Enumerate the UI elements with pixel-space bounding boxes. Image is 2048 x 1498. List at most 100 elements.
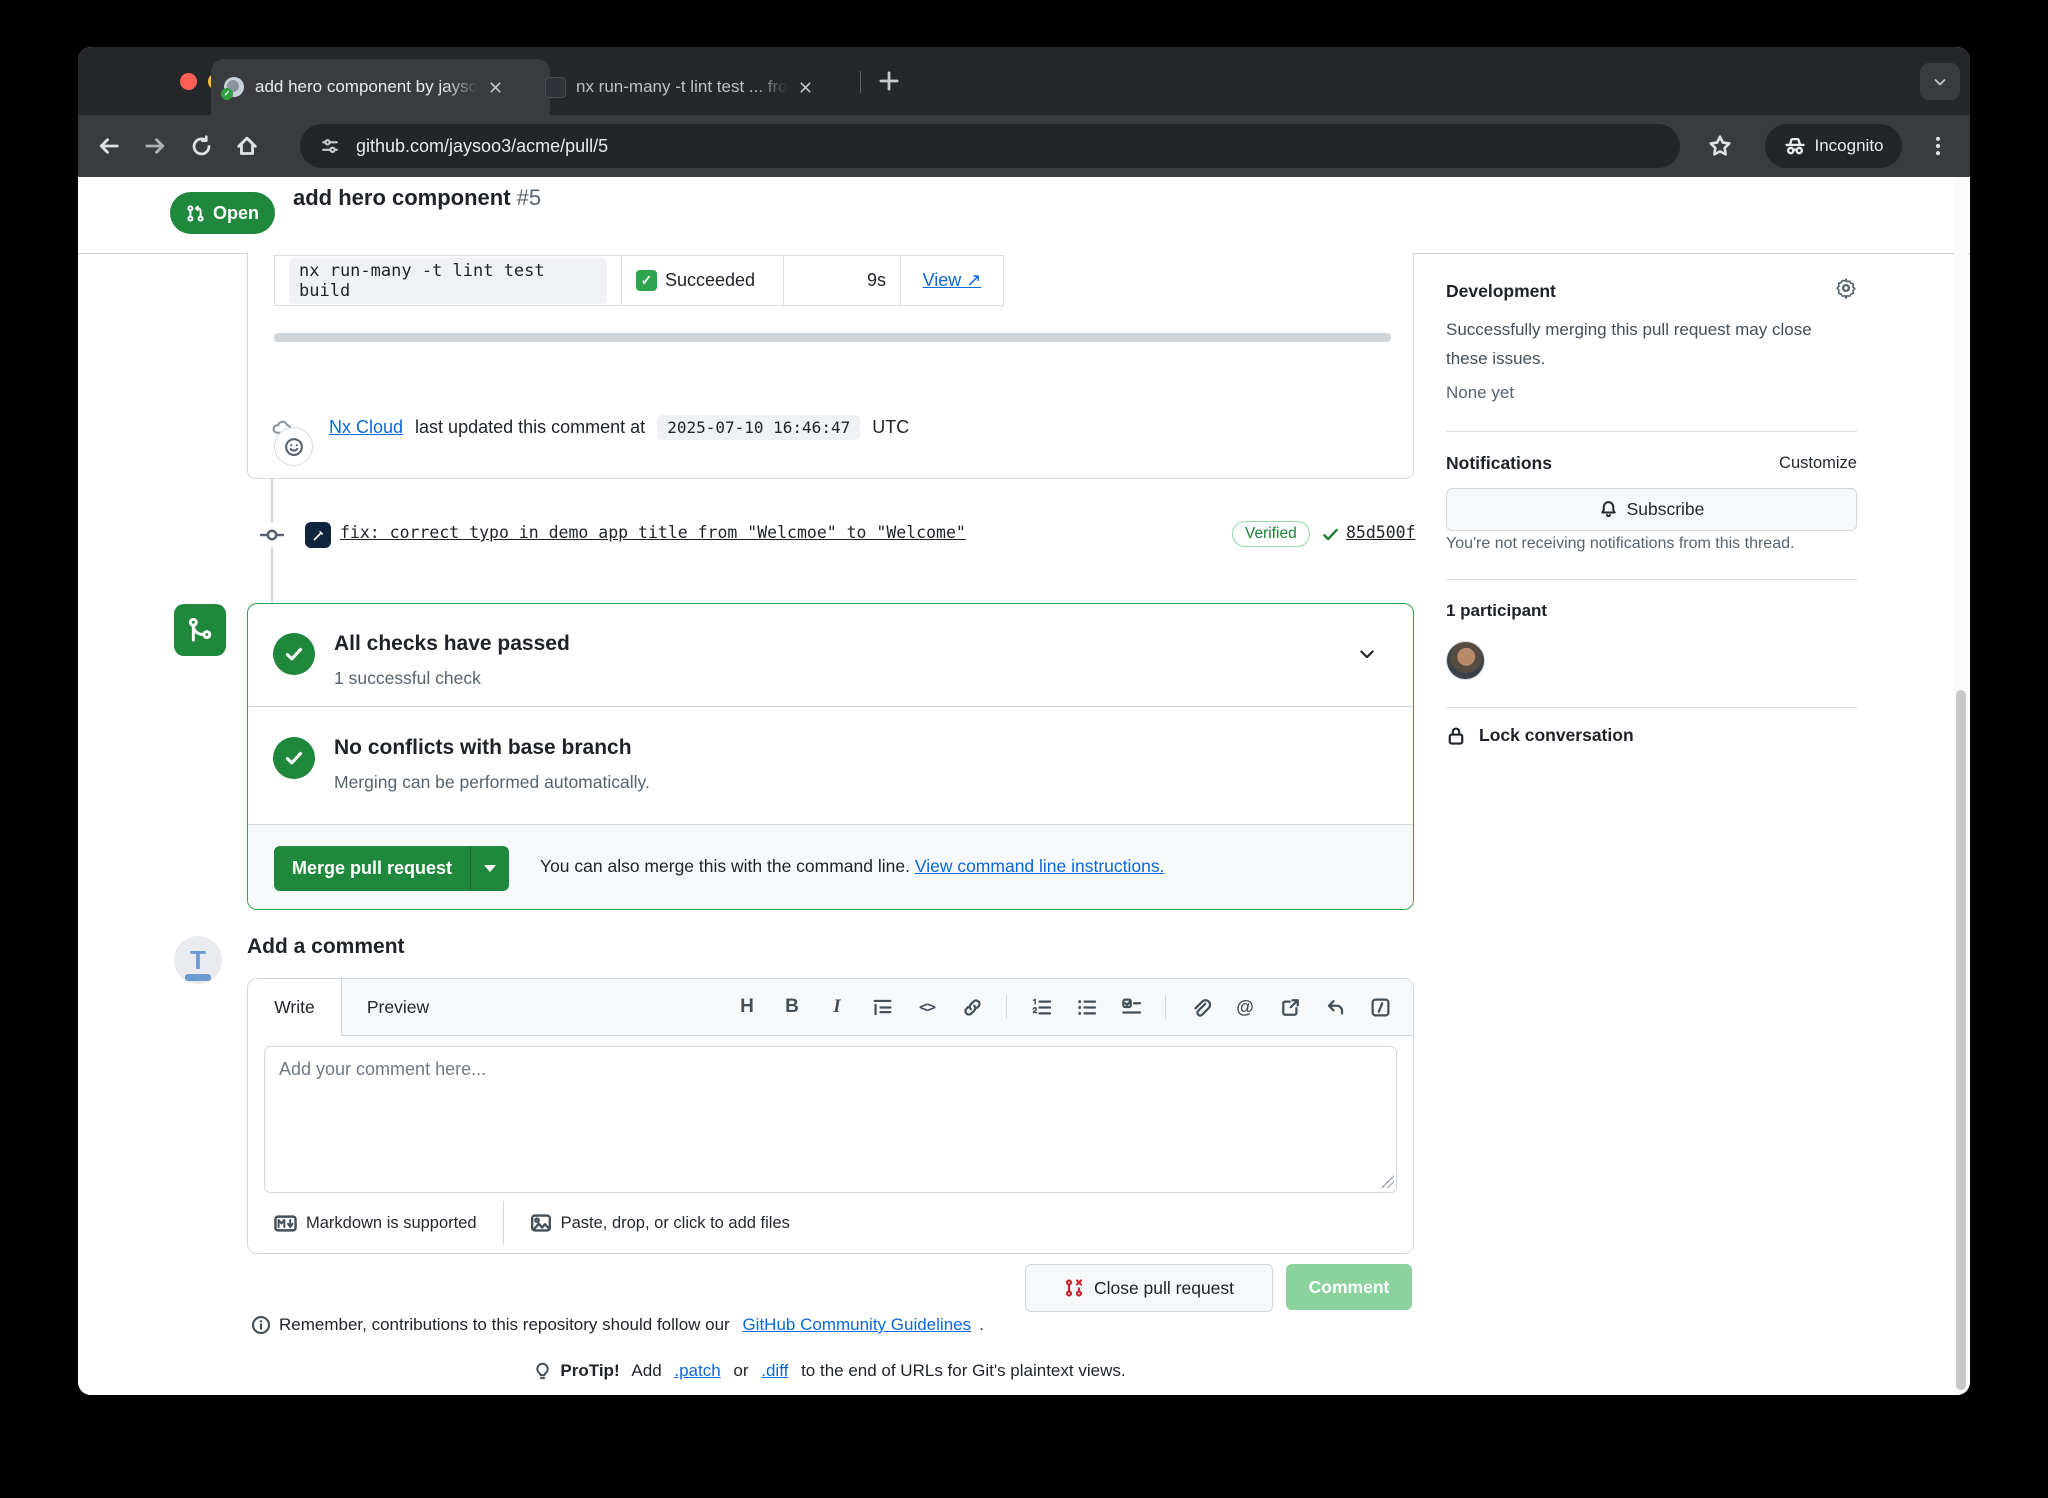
nx-cloud-link[interactable]: Nx Cloud [329,417,403,438]
tab-bar: ✓ add hero component by jayso nx run-man… [78,47,1970,115]
tab-title: add hero component by jayso [255,77,478,97]
commit-sha-link[interactable]: 85d500f [1346,523,1416,542]
markdown-note-link[interactable]: Markdown is supported [306,1214,477,1233]
new-tab-button[interactable] [876,68,902,94]
tab-preview[interactable]: Preview [342,979,454,1035]
site-info-icon[interactable] [320,136,340,156]
development-heading: Development [1446,281,1556,302]
forward-icon[interactable] [132,134,178,158]
editor-footer: Markdown is supported Paste, drop, or cl… [248,1193,1413,1253]
browser-menu-icon[interactable] [1926,134,1950,163]
comment-button[interactable]: Comment [1286,1264,1412,1310]
checks-expand-chevron-icon[interactable] [1357,644,1377,664]
browser-window: ✓ add hero component by jayso nx run-man… [78,47,1970,1395]
check-run-duration-cell: 9s [784,255,901,306]
tab-nx-run[interactable]: nx run-many -t lint test ... fro [533,59,872,115]
tab-close-icon[interactable] [488,80,503,95]
toolbar-separator [1006,995,1007,1019]
commit-row: fix: correct typo in demo app title from… [78,520,1412,550]
home-icon[interactable] [224,134,270,158]
incognito-badge: Incognito [1765,124,1902,168]
close-window-button[interactable] [180,73,197,90]
github-favicon: ✓ [223,76,245,98]
task-list-icon[interactable] [1120,996,1142,1018]
resize-handle[interactable] [1381,1175,1394,1188]
subscribe-button[interactable]: Subscribe [1446,488,1857,531]
comment-editor: Write Preview H B I <> [247,978,1414,1254]
check-run-view-cell: View ↗ [901,255,1004,306]
attach-file-icon[interactable] [1189,996,1211,1018]
browser-toolbar: github.com/jaysoo3/acme/pull/5 Incognito [78,115,1970,177]
notifications-status-text: You're not receiving notifications from … [1446,535,1794,553]
numbered-list-icon[interactable] [1030,996,1052,1018]
merge-pull-request-button[interactable]: Merge pull request [274,846,509,891]
quote-icon[interactable] [871,996,893,1018]
editor-header-border [341,1035,1413,1036]
incognito-label: Incognito [1815,136,1884,156]
bulleted-list-icon[interactable] [1075,996,1097,1018]
merge-box-footer: Merge pull request You can also merge th… [248,824,1413,909]
gear-icon[interactable] [1835,277,1857,299]
cross-reference-icon[interactable] [1279,996,1301,1018]
bookmark-star-icon[interactable] [1708,134,1732,158]
github-pr-page: Open add hero component #5 jaysoo wants … [78,177,1970,1395]
back-icon[interactable] [86,134,132,158]
check-run-table: nx run-many -t lint test build ✓ Succeed… [274,255,1004,306]
checks-passed-title: All checks have passed [334,632,570,656]
toolbar-separator [1165,995,1166,1019]
link-icon[interactable] [961,996,983,1018]
current-user-avatar: T [174,936,222,984]
commit-author-avatar[interactable] [305,522,331,548]
customize-link[interactable]: Customize [1779,454,1857,473]
page-scrollbar-thumb[interactable] [1956,690,1966,1390]
succeeded-emoji-icon: ✓ [636,270,657,291]
comment-button-label: Comment [1309,1277,1390,1298]
git-pull-request-closed-icon [1064,1278,1084,1298]
checks-passed-icon [273,633,315,675]
pr-header: Open add hero component #5 jaysoo wants … [78,177,1970,254]
patch-link[interactable]: .patch [674,1361,720,1381]
add-reaction-button[interactable] [274,427,313,466]
cli-instructions-link[interactable]: View command line instructions. [915,856,1165,876]
git-commit-icon [260,523,284,547]
cli-merge-text: You can also merge this with the command… [540,856,1165,877]
merge-options-dropdown[interactable] [470,846,509,891]
tab-write[interactable]: Write [248,979,342,1036]
lightbulb-icon [533,1362,552,1381]
tab-pull-request[interactable]: ✓ add hero component by jayso [211,59,550,115]
pr-number: #5 [511,185,542,210]
commit-check-icon [1321,525,1340,544]
paste-files-link[interactable]: Paste, drop, or click to add files [561,1214,790,1233]
incognito-icon [1784,135,1806,157]
code-icon[interactable]: <> [916,996,938,1018]
tab-title: nx run-many -t lint test ... fro [576,77,788,97]
slash-commands-icon[interactable] [1369,996,1391,1018]
bold-icon[interactable]: B [781,996,803,1018]
commit-message-link[interactable]: fix: correct typo in demo app title from… [340,523,966,542]
tab-close-icon[interactable] [798,80,813,95]
page-scrollbar-track[interactable] [1954,177,1968,1395]
verified-badge: Verified [1232,521,1310,547]
mention-icon[interactable]: @ [1234,996,1256,1018]
comment-textarea[interactable] [264,1046,1397,1193]
view-run-link[interactable]: View ↗ [923,270,982,291]
git-merge-icon [186,616,214,644]
close-pull-request-button[interactable]: Close pull request [1025,1264,1273,1312]
checks-passed-subtitle: 1 successful check [334,668,481,689]
development-description: Successfully merging this pull request m… [1446,315,1846,373]
lock-conversation-action[interactable]: Lock conversation [1446,725,1634,746]
participant-avatar[interactable] [1446,641,1485,680]
heading-icon[interactable]: H [736,996,758,1018]
italic-icon[interactable]: I [826,996,848,1018]
diff-link[interactable]: .diff [761,1361,788,1381]
lock-icon [1446,726,1466,746]
participants-heading: 1 participant [1446,601,1547,621]
url-bar[interactable]: github.com/jaysoo3/acme/pull/5 [300,124,1680,168]
comment-divider-bar [274,333,1391,342]
lock-conversation-label: Lock conversation [1479,725,1634,746]
url-text: github.com/jaysoo3/acme/pull/5 [356,136,608,157]
reload-icon[interactable] [178,135,224,158]
community-guidelines-link[interactable]: GitHub Community Guidelines [742,1315,971,1335]
saved-replies-icon[interactable] [1324,996,1346,1018]
tab-search-chevron-button[interactable] [1920,63,1960,100]
